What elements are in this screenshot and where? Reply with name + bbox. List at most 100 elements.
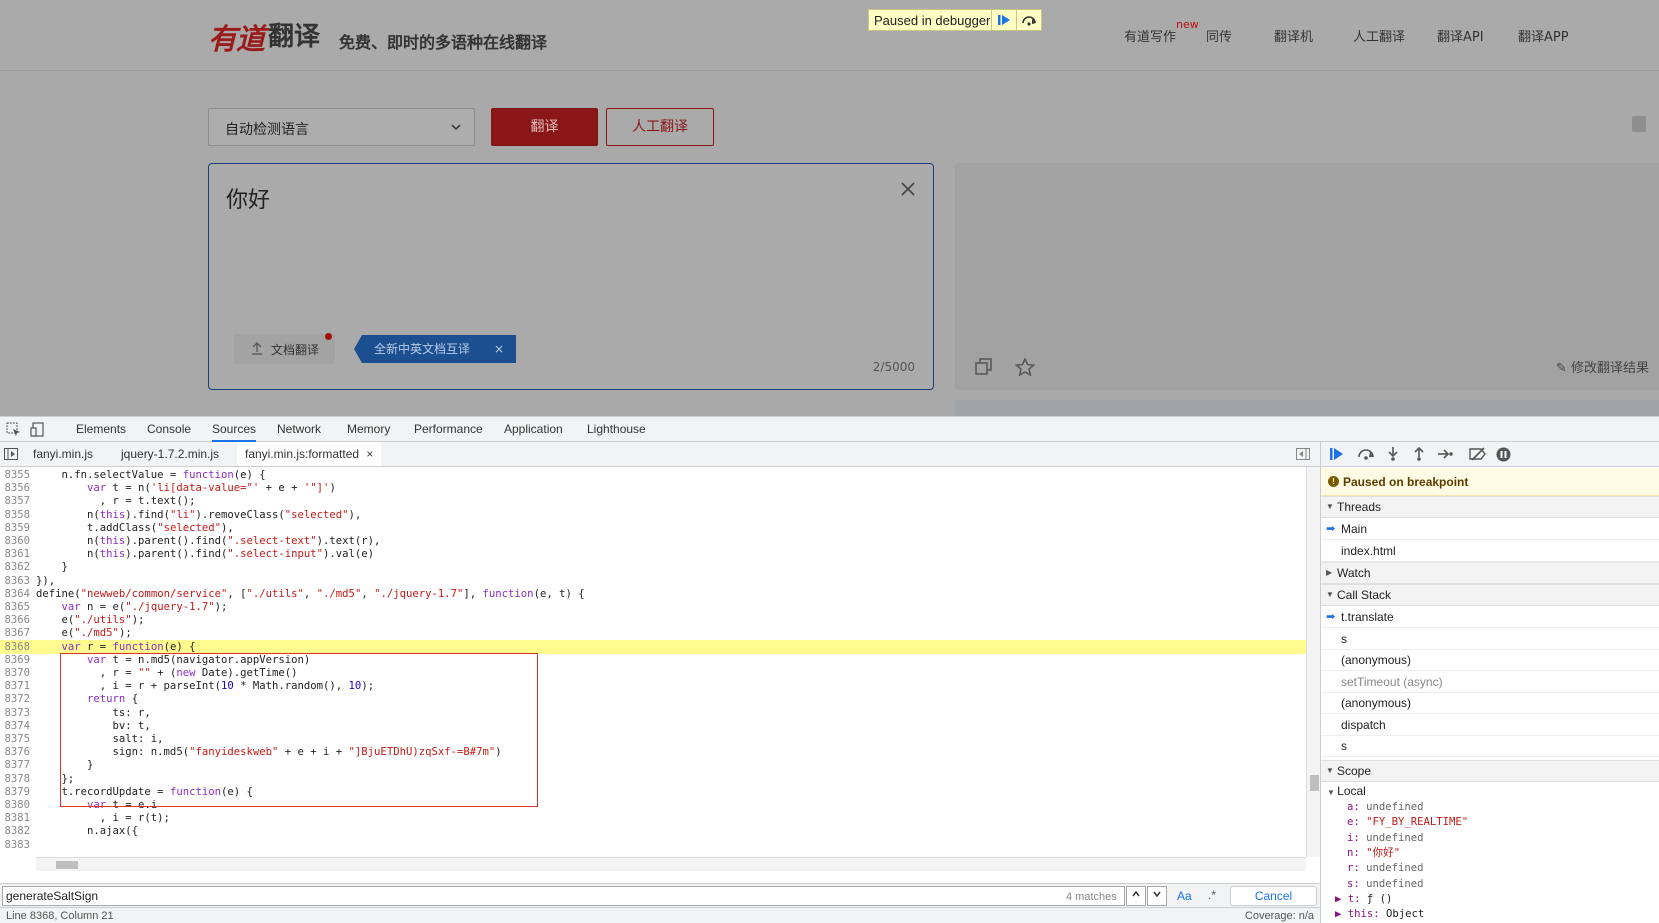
code-text[interactable]: e("./utils");: [36, 614, 145, 626]
code-line[interactable]: 8369 var t = n.md5(navigator.appVersion): [0, 653, 1306, 667]
nav-item-interpretation[interactable]: 同传: [1206, 26, 1232, 45]
document-translate-button[interactable]: 文档翻译: [234, 333, 335, 364]
code-line[interactable]: 8358 n(this).find("li").removeClass("sel…: [0, 508, 1306, 522]
line-number[interactable]: 8363: [0, 574, 36, 588]
file-tab-fanyi-min[interactable]: fanyi.min.js: [33, 442, 93, 466]
scope-variable[interactable]: ▶ t: ƒ (): [1321, 891, 1659, 907]
scope-section-header[interactable]: ▼ Scope: [1321, 760, 1659, 782]
local-scope-header[interactable]: ▼ Local: [1321, 783, 1659, 799]
scope-variable[interactable]: s: undefined: [1321, 876, 1659, 892]
line-number[interactable]: 8357: [0, 494, 36, 508]
star-icon[interactable]: [1015, 358, 1035, 376]
tab-network[interactable]: Network: [277, 417, 321, 442]
tab-lighthouse[interactable]: Lighthouse: [587, 417, 646, 442]
line-number[interactable]: 8375: [0, 732, 36, 746]
code-text[interactable]: }: [36, 561, 68, 573]
code-text[interactable]: bv: t,: [36, 720, 151, 732]
code-line[interactable]: 8381 , i = r(t);: [0, 811, 1306, 825]
search-cancel-button[interactable]: Cancel: [1230, 886, 1317, 906]
match-case-toggle[interactable]: Aa: [1177, 889, 1192, 903]
nav-item-device[interactable]: 翻译机: [1274, 26, 1313, 45]
callstack-frame[interactable]: dispatch: [1321, 714, 1659, 736]
search-next-button[interactable]: [1147, 886, 1167, 906]
line-number[interactable]: 8365: [0, 600, 36, 614]
line-number[interactable]: 8366: [0, 613, 36, 627]
code-text[interactable]: return {: [36, 693, 138, 705]
callstack-frame[interactable]: s: [1321, 628, 1659, 650]
line-number[interactable]: 8372: [0, 692, 36, 706]
code-text[interactable]: t.addClass("selected"),: [36, 522, 234, 534]
code-text[interactable]: n(this).parent().find(".select-input").v…: [36, 548, 374, 560]
code-text[interactable]: n.ajax({: [36, 825, 138, 837]
callstack-frame[interactable]: s: [1321, 735, 1659, 757]
search-previous-button[interactable]: [1126, 886, 1146, 906]
code-text[interactable]: define("newweb/common/service", ["./util…: [36, 588, 585, 600]
thread-index[interactable]: index.html: [1321, 540, 1659, 562]
line-number[interactable]: 8377: [0, 758, 36, 772]
code-line[interactable]: 8374 bv: t,: [0, 719, 1306, 733]
callstack-frame[interactable]: (anonymous): [1321, 692, 1659, 714]
code-line[interactable]: 8357 , r = t.text();: [0, 494, 1306, 508]
copy-icon[interactable]: [975, 358, 993, 376]
code-line[interactable]: 8373 ts: r,: [0, 706, 1306, 720]
line-number[interactable]: 8373: [0, 706, 36, 720]
human-translate-button[interactable]: 人工翻译: [606, 108, 714, 146]
code-text[interactable]: n(this).find("li").removeClass("selected…: [36, 509, 361, 521]
device-toolbar-icon[interactable]: [30, 422, 45, 437]
code-line[interactable]: 8361 n(this).parent().find(".select-inpu…: [0, 547, 1306, 561]
nav-item-writing[interactable]: 有道写作 new: [1124, 18, 1199, 45]
translate-button[interactable]: 翻译: [491, 108, 598, 146]
file-tab-jquery[interactable]: jquery-1.7.2.min.js: [121, 442, 219, 466]
source-input-box[interactable]: 你好 文档翻译 全新中英文档互译 × 2/5000: [208, 163, 934, 390]
code-line[interactable]: 8371 , i = r + parseInt(10 * Math.random…: [0, 679, 1306, 693]
code-line[interactable]: 8372 return {: [0, 692, 1306, 706]
thread-main[interactable]: ➡ Main: [1321, 518, 1659, 540]
code-line[interactable]: 8356 var t = n('li[data-value="' + e + '…: [0, 481, 1306, 495]
line-number[interactable]: 8360: [0, 534, 36, 548]
callstack-frame[interactable]: (anonymous): [1321, 649, 1659, 671]
side-toggle[interactable]: [1632, 116, 1646, 132]
regex-toggle[interactable]: .*: [1208, 888, 1216, 902]
line-number[interactable]: 8370: [0, 666, 36, 680]
line-number[interactable]: 8371: [0, 679, 36, 693]
step-over-icon[interactable]: [1357, 447, 1375, 461]
code-line[interactable]: 8362 }: [0, 560, 1306, 574]
code-text[interactable]: };: [36, 773, 75, 785]
search-input[interactable]: generateSaltSign: [2, 886, 1125, 906]
scope-variable[interactable]: ▶ this: Object: [1321, 906, 1659, 922]
callstack-section-header[interactable]: ▼ Call Stack: [1321, 584, 1659, 606]
tab-application[interactable]: Application: [504, 417, 563, 442]
code-line[interactable]: 8380 var t = e.i: [0, 798, 1306, 812]
file-tab-fanyi-formatted[interactable]: fanyi.min.js:formatted ×: [237, 442, 382, 466]
inspect-element-icon[interactable]: [6, 422, 21, 437]
tab-elements[interactable]: Elements: [76, 417, 126, 442]
code-text[interactable]: salt: i,: [36, 733, 164, 745]
language-select[interactable]: 自动检测语言: [208, 108, 475, 146]
pause-on-exceptions-icon[interactable]: [1496, 447, 1511, 462]
code-text[interactable]: }: [36, 759, 93, 771]
code-line[interactable]: 8378 };: [0, 772, 1306, 786]
code-line[interactable]: 8377 }: [0, 758, 1306, 772]
scope-variable[interactable]: a: undefined: [1321, 799, 1659, 815]
code-text[interactable]: var t = n('li[data-value="' + e + '"]'): [36, 482, 336, 494]
youdao-logo[interactable]: 有道: [208, 16, 265, 58]
code-text[interactable]: , r = t.text();: [36, 495, 196, 507]
close-tab-icon[interactable]: ×: [366, 447, 373, 461]
code-text[interactable]: e("./md5");: [36, 627, 132, 639]
code-line[interactable]: 8375 salt: i,: [0, 732, 1306, 746]
edit-translation-link[interactable]: ✎ 修改翻译结果: [1556, 357, 1649, 376]
line-number[interactable]: 8367: [0, 626, 36, 640]
scroll-thumb[interactable]: [56, 861, 78, 869]
threads-section-header[interactable]: ▼ Threads: [1321, 496, 1659, 518]
scope-variable[interactable]: n: "你好": [1321, 845, 1659, 861]
line-number[interactable]: 8361: [0, 547, 36, 561]
line-number[interactable]: 8380: [0, 798, 36, 812]
line-number[interactable]: 8382: [0, 824, 36, 838]
step-out-icon[interactable]: [1413, 447, 1425, 461]
step-into-icon[interactable]: [1387, 447, 1399, 461]
editor-vertical-scrollbar[interactable]: [1306, 467, 1320, 857]
code-text[interactable]: var n = e("./jquery-1.7");: [36, 601, 228, 613]
code-line[interactable]: 8382 n.ajax({: [0, 824, 1306, 838]
source-text[interactable]: 你好: [226, 182, 270, 214]
deactivate-breakpoints-icon[interactable]: [1469, 447, 1487, 461]
